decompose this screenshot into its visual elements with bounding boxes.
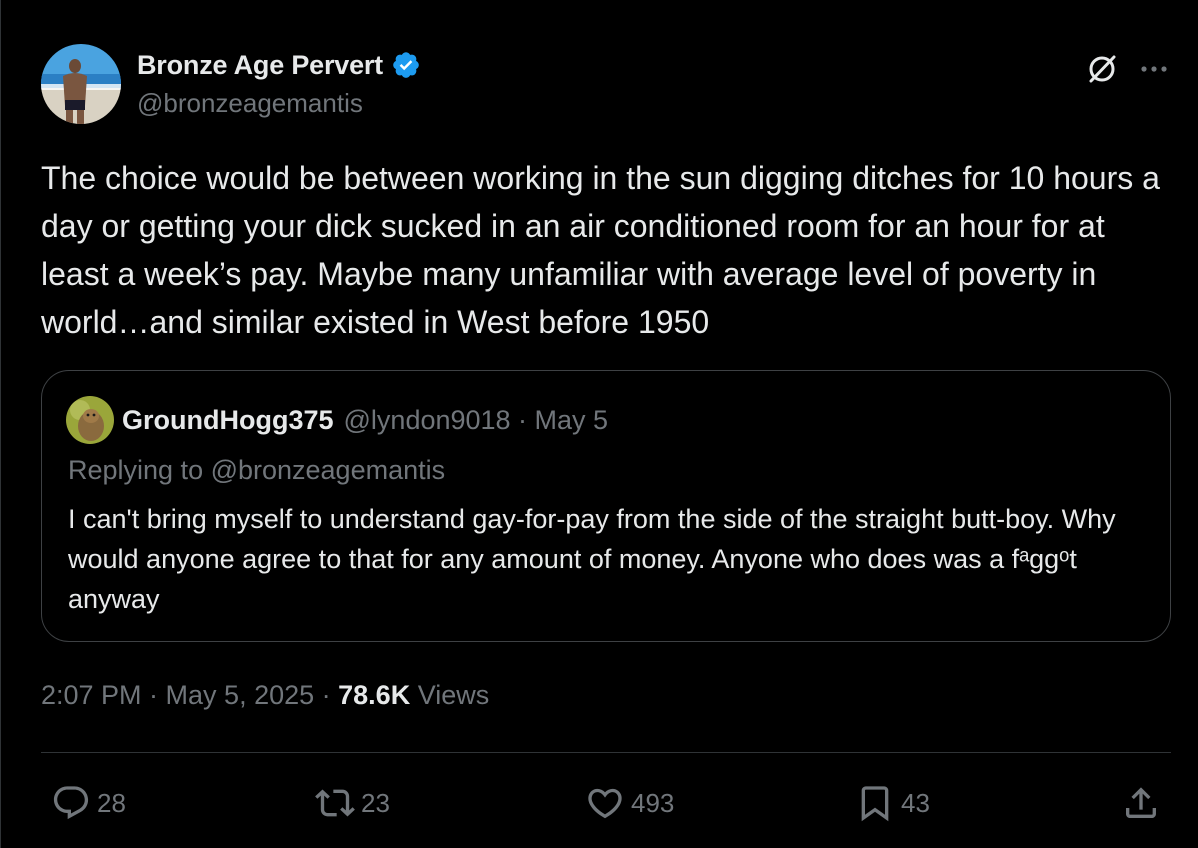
author-names: Bronze Age Pervert @bronzeagemantis (137, 48, 421, 119)
bookmark-button[interactable]: 43 (855, 780, 930, 826)
tweet-text: The choice would be between working in t… (41, 160, 1160, 340)
quote-header: GroundHogg375 @lyndon9018 · May 5 (66, 395, 608, 445)
quoted-tweet[interactable]: GroundHogg375 @lyndon9018 · May 5 Replyi… (41, 370, 1171, 642)
tweet-meta: 2:07 PM · May 5, 2025 · 78.6K Views (41, 680, 489, 711)
like-count: 493 (631, 787, 675, 818)
retweet-icon (315, 789, 355, 817)
divider (41, 752, 1171, 753)
author-avatar[interactable] (41, 44, 121, 124)
reply-button[interactable]: 28 (51, 780, 126, 826)
quote-replying-to: Replying to @bronzeagemantis (68, 455, 446, 485)
quote-text: I can't bring myself to understand gay-f… (68, 504, 1116, 614)
share-icon (1126, 787, 1156, 818)
bookmark-icon (861, 786, 889, 822)
heart-icon (588, 788, 622, 819)
verified-badge-icon[interactable] (391, 50, 421, 80)
retweet-count: 23 (361, 787, 390, 818)
grok-icon[interactable] (1085, 52, 1119, 86)
tweet-timestamp[interactable]: 2:07 PM · May 5, 2025 · (41, 680, 338, 710)
more-icon[interactable] (1137, 52, 1171, 86)
quote-avatar-image (66, 396, 114, 444)
tweet-header: Bronze Age Pervert @bronzeagemantis (41, 44, 1171, 124)
views-label: Views (410, 680, 490, 710)
reply-icon (53, 786, 89, 820)
quote-author-name: GroundHogg375 (122, 404, 334, 435)
display-name-row: Bronze Age Pervert (137, 48, 421, 82)
author-display-name[interactable]: Bronze Age Pervert (137, 50, 383, 81)
views-count: 78.6K (338, 680, 411, 710)
avatar-image (41, 44, 121, 124)
quote-author-handle-date: @lyndon9018 · May 5 (343, 404, 609, 435)
action-bar: 28 23 493 43 (41, 780, 1171, 826)
quote-author-avatar (66, 396, 114, 444)
like-button[interactable]: 493 (585, 780, 674, 826)
bookmark-count: 43 (901, 787, 930, 818)
author-handle[interactable]: @bronzeagemantis (137, 88, 421, 119)
reply-count: 28 (97, 787, 126, 818)
share-button[interactable] (1121, 780, 1161, 826)
retweet-button[interactable]: 23 (315, 780, 390, 826)
tweet-detail: Bronze Age Pervert @bronzeagemantis The … (0, 0, 1198, 848)
